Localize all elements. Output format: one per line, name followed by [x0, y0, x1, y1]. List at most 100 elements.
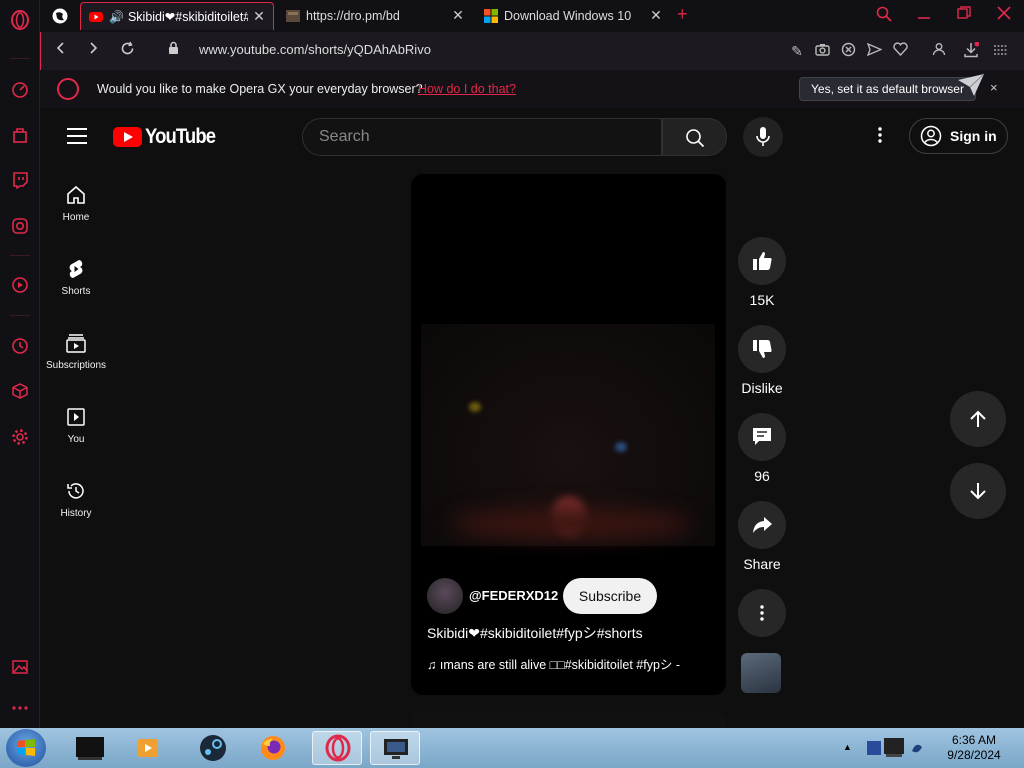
tab-close-icon[interactable]: ✕ — [251, 8, 267, 24]
banner-message: Would you like to make Opera GX your eve… — [97, 82, 423, 96]
banner-close-button[interactable]: × — [990, 80, 998, 95]
windows-logo-icon — [17, 739, 35, 756]
tab-title: https://dro.pm/bd — [306, 9, 400, 23]
system-tray-icons[interactable] — [864, 735, 930, 761]
comment-icon — [753, 428, 771, 445]
tab-youtube-short[interactable]: 🔊 Skibidi❤#skibiditoilet#f ✕ — [80, 2, 274, 30]
history-sidebar-icon[interactable] — [10, 336, 30, 356]
guide-label: Home — [62, 212, 90, 223]
dislike-button[interactable]: Dislike — [737, 325, 787, 396]
easy-setup-icon[interactable] — [991, 42, 1009, 60]
guide-item-subscriptions[interactable]: Subscriptions — [40, 332, 112, 392]
sign-in-label: Sign in — [950, 128, 997, 144]
close-window-icon[interactable] — [994, 6, 1014, 26]
clock[interactable]: 6:36 AM 9/28/2024 — [940, 733, 1008, 763]
share-button[interactable]: Share — [737, 501, 787, 572]
camera-icon[interactable] — [813, 42, 831, 60]
hamburger-menu-icon[interactable] — [67, 128, 87, 144]
opera-gx-taskbar-icon[interactable] — [312, 731, 362, 765]
history-icon — [67, 483, 84, 499]
video-frame[interactable] — [421, 324, 715, 546]
firefox-icon[interactable] — [248, 731, 298, 765]
channel-name[interactable]: @FEDERXD12 — [469, 588, 558, 603]
more-actions-button[interactable] — [737, 589, 787, 637]
windows-taskbar: ▲ 6:36 AM 9/28/2024 — [0, 728, 1024, 768]
steam-icon[interactable] — [188, 731, 238, 765]
how-to-link[interactable]: How do I do that? — [418, 82, 516, 96]
adblock-icon[interactable] — [839, 42, 857, 60]
search-input[interactable] — [319, 128, 639, 146]
search-box — [302, 118, 662, 156]
subscribe-button[interactable]: Subscribe — [563, 578, 657, 614]
reload-icon[interactable] — [117, 41, 137, 61]
gx-corner-icon[interactable] — [10, 125, 30, 145]
opera-menu-icon[interactable] — [10, 10, 30, 30]
edit-icon[interactable]: ✎ — [788, 42, 806, 60]
sign-in-button[interactable]: Sign in — [909, 118, 1008, 154]
send-icon[interactable] — [865, 42, 883, 60]
like-button[interactable]: 15K — [737, 237, 787, 308]
twitch-icon[interactable] — [10, 170, 30, 190]
like-count: 15K — [749, 292, 775, 308]
tab-close-icon[interactable]: ✕ — [450, 7, 466, 23]
music-info[interactable]: ♫ ımans are still alive □□#skibiditoilet… — [427, 654, 717, 673]
guide-item-shorts[interactable]: Shorts — [40, 258, 112, 318]
opera-sidebar — [0, 0, 40, 728]
profile-icon[interactable] — [930, 42, 948, 60]
audio-playing-icon[interactable]: 🔊 — [109, 10, 124, 24]
next-short-button[interactable] — [950, 463, 1006, 519]
search-button[interactable] — [662, 118, 727, 156]
tab-dro-pm[interactable]: https://dro.pm/bd ✕ — [278, 2, 472, 30]
guide-item-home[interactable]: Home — [40, 184, 112, 244]
share-icon — [753, 517, 772, 533]
set-default-button[interactable]: Yes, set it as default browser — [799, 77, 976, 101]
back-icon[interactable] — [51, 41, 71, 61]
thumbs-down-icon — [753, 340, 772, 358]
guide-item-you[interactable]: You — [40, 406, 112, 466]
subscriptions-icon — [66, 334, 86, 353]
downloads-icon[interactable] — [962, 41, 980, 60]
youtube-logo[interactable]: YouTube — [113, 125, 225, 149]
youtube-favicon-icon — [89, 11, 103, 22]
comment-count: 96 — [754, 468, 770, 484]
comments-button[interactable]: 96 — [737, 413, 787, 484]
settings-menu-icon[interactable] — [868, 126, 892, 150]
show-hidden-icons-icon[interactable]: ▲ — [843, 742, 852, 752]
guide-label: Subscriptions — [45, 360, 107, 371]
more-icon[interactable] — [10, 698, 30, 718]
youtube-play-icon — [113, 127, 142, 147]
player-icon[interactable] — [10, 275, 30, 295]
guide-label: You — [67, 434, 85, 445]
tab-strip: 🔊 Skibidi❤#skibiditoilet#f ✕ https://dro… — [40, 0, 1024, 32]
taskbar-app-icon[interactable] — [66, 731, 116, 765]
tab-download-windows[interactable]: Download Windows 10 ✕ — [476, 2, 670, 30]
extensions-icon[interactable] — [10, 381, 30, 401]
short-video-player[interactable]: @FEDERXD12 Subscribe Skibidi❤#skibiditoi… — [411, 174, 726, 695]
address-bar: www.youtube.com/shorts/yQDAhAbRivo ✎ — [40, 32, 1024, 70]
restore-icon[interactable] — [954, 6, 974, 26]
workspace-globe-icon[interactable] — [51, 7, 69, 25]
new-tab-icon[interactable]: + — [677, 4, 688, 25]
gx-control-icon[interactable] — [10, 80, 30, 100]
start-button[interactable] — [6, 729, 46, 767]
previous-short-button[interactable] — [950, 391, 1006, 447]
display-app-icon[interactable] — [370, 731, 420, 765]
tab-close-icon[interactable]: ✕ — [648, 7, 664, 23]
minimize-icon[interactable] — [914, 6, 934, 26]
video-title[interactable]: Skibidi❤#skibiditoilet#fypシ#shorts — [427, 623, 643, 643]
settings-icon[interactable] — [10, 427, 30, 447]
guide-item-history[interactable]: History — [40, 480, 112, 540]
forward-icon[interactable] — [83, 41, 103, 61]
youtube-logo-text: YouTube — [145, 125, 216, 148]
channel-avatar[interactable] — [427, 578, 463, 614]
wallpaper-icon[interactable] — [10, 657, 30, 677]
url-field[interactable]: www.youtube.com/shorts/yQDAhAbRivo — [199, 42, 431, 57]
guide-label: Shorts — [61, 286, 91, 297]
sound-thumbnail[interactable] — [741, 653, 781, 693]
lock-icon[interactable] — [163, 41, 183, 61]
voice-search-button[interactable] — [743, 117, 783, 157]
bookmark-heart-icon[interactable] — [891, 42, 909, 60]
search-tabs-icon[interactable] — [874, 6, 894, 26]
instagram-icon[interactable] — [10, 216, 30, 236]
media-player-icon[interactable] — [124, 731, 174, 765]
